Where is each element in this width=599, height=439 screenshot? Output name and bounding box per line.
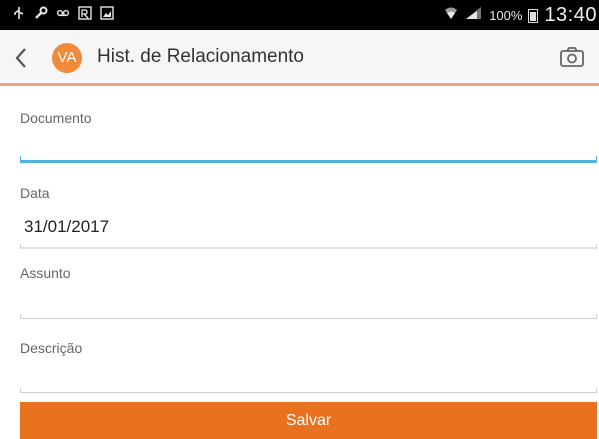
assunto-input[interactable] <box>20 287 599 317</box>
assunto-label: Assunto <box>20 265 71 281</box>
wrench-icon <box>34 6 48 20</box>
image-icon <box>100 6 114 20</box>
camera-icon <box>560 47 584 67</box>
data-label: Data <box>20 185 50 201</box>
app-toolbar: VA Hist. de Relacionamento <box>0 30 599 86</box>
descricao-underline <box>20 388 597 393</box>
battery-icon <box>528 8 539 23</box>
status-icons-left <box>12 6 114 20</box>
avatar[interactable]: VA <box>52 43 82 73</box>
voicemail-icon <box>56 6 70 20</box>
descricao-label: Descrição <box>20 340 83 356</box>
assunto-underline <box>20 314 597 319</box>
documento-input[interactable] <box>20 132 599 162</box>
status-icons-right: 100% 13:40 <box>443 4 597 27</box>
wifi-icon <box>443 6 459 25</box>
descricao-input[interactable] <box>20 362 599 392</box>
documento-underline <box>20 156 597 163</box>
signal-icon <box>465 6 483 25</box>
usb-icon <box>12 6 26 20</box>
camera-button[interactable] <box>559 46 585 68</box>
data-input[interactable]: 31/01/2017 <box>24 217 109 237</box>
data-underline <box>20 244 597 249</box>
status-bar: 100% 13:40 <box>0 0 599 30</box>
back-button[interactable] <box>12 44 32 72</box>
chevron-left-icon <box>15 48 26 68</box>
page-title: Hist. de Relacionamento <box>97 46 304 67</box>
save-button[interactable]: Salvar <box>20 402 597 439</box>
documento-label: Documento <box>20 110 92 126</box>
clock: 13:40 <box>544 4 597 26</box>
prescription-icon <box>78 6 92 20</box>
battery-percent: 100% <box>489 8 523 23</box>
